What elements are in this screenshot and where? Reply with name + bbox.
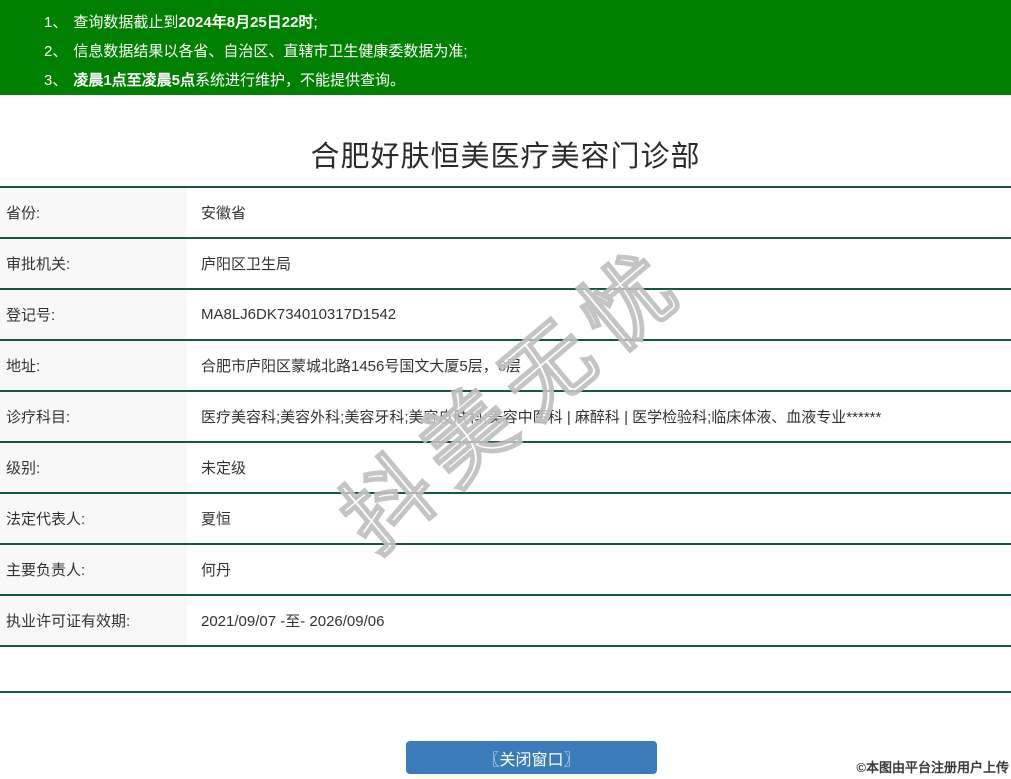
table-row-license-validity: 执业许可证有效期: 2021/09/07 -至- 2026/09/06 [0, 595, 1011, 646]
notice-bold-text: 凌晨1点至凌晨5点 [73, 72, 195, 89]
page-title: 合肥好肤恒美医疗美容门诊部 [0, 133, 1011, 175]
notice-text: 系统进行维护，不能提供查询。 [195, 72, 405, 89]
notice-item-1: 1、查询数据截止到2024年8月25日22时; [44, 8, 1011, 37]
table-row-address: 地址: 合肥市庐阳区蒙城北路1456号国文大厦5层，6层 [0, 340, 1011, 391]
row-value: 夏恒 [187, 493, 1011, 544]
notice-text: ; [313, 14, 317, 31]
row-value: 合肥市庐阳区蒙城北路1456号国文大厦5层，6层 [187, 340, 1011, 391]
table-row-level: 级别: 未定级 [0, 442, 1011, 493]
row-label: 登记号: [0, 289, 187, 340]
notice-number: 2、 [44, 43, 67, 60]
table-row-medical-subjects: 诊疗科目: 医疗美容科;美容外科;美容牙科;美容皮肤科;美容中医科 | 麻醉科 … [0, 391, 1011, 442]
table-row-empty [0, 646, 1011, 692]
row-label: 级别: [0, 442, 187, 493]
notice-number: 1、 [44, 14, 67, 31]
row-label: 地址: [0, 340, 187, 391]
notice-item-3: 3、凌晨1点至凌晨5点系统进行维护，不能提供查询。 [44, 66, 1011, 95]
row-label: 执业许可证有效期: [0, 595, 187, 646]
table-row-person-in-charge: 主要负责人: 何丹 [0, 544, 1011, 595]
row-value: MA8LJ6DK734010317D1542 [187, 289, 1011, 340]
notice-panel: 1、查询数据截止到2024年8月25日22时; 2、信息数据结果以各省、自治区、… [0, 0, 1011, 95]
table-row-legal-representative: 法定代表人: 夏恒 [0, 493, 1011, 544]
table-row-registration-number: 登记号: MA8LJ6DK734010317D1542 [0, 289, 1011, 340]
notice-number: 3、 [44, 72, 67, 89]
notice-text: 查询数据截止到 [73, 14, 178, 31]
upload-caption: ©本图由平台注册用户上传 [856, 757, 1009, 776]
row-label: 诊疗科目: [0, 391, 187, 442]
row-value: 2021/09/07 -至- 2026/09/06 [187, 595, 1011, 646]
row-value: 安徽省 [187, 187, 1011, 238]
row-label: 省份: [0, 187, 187, 238]
license-detail-table: 省份: 安徽省 审批机关: 庐阳区卫生局 登记号: MA8LJ6DK734010… [0, 186, 1011, 693]
row-value: 庐阳区卫生局 [187, 238, 1011, 289]
close-window-button[interactable]: 〖关闭窗口〗 [406, 741, 657, 774]
table-row-province: 省份: 安徽省 [0, 187, 1011, 238]
row-label: 主要负责人: [0, 544, 187, 595]
table-row-approval-authority: 审批机关: 庐阳区卫生局 [0, 238, 1011, 289]
empty-cell [0, 646, 187, 692]
row-value: 医疗美容科;美容外科;美容牙科;美容皮肤科;美容中医科 | 麻醉科 | 医学检验… [187, 391, 1011, 442]
row-label: 审批机关: [0, 238, 187, 289]
row-value: 何丹 [187, 544, 1011, 595]
row-value: 未定级 [187, 442, 1011, 493]
notice-text: 信息数据结果以各省、自治区、直辖市卫生健康委数据为准; [73, 43, 467, 60]
notice-item-2: 2、信息数据结果以各省、自治区、直辖市卫生健康委数据为准; [44, 37, 1011, 66]
empty-cell [187, 646, 1011, 692]
row-label: 法定代表人: [0, 493, 187, 544]
notice-bold-text: 2024年8月25日22时 [178, 14, 313, 31]
